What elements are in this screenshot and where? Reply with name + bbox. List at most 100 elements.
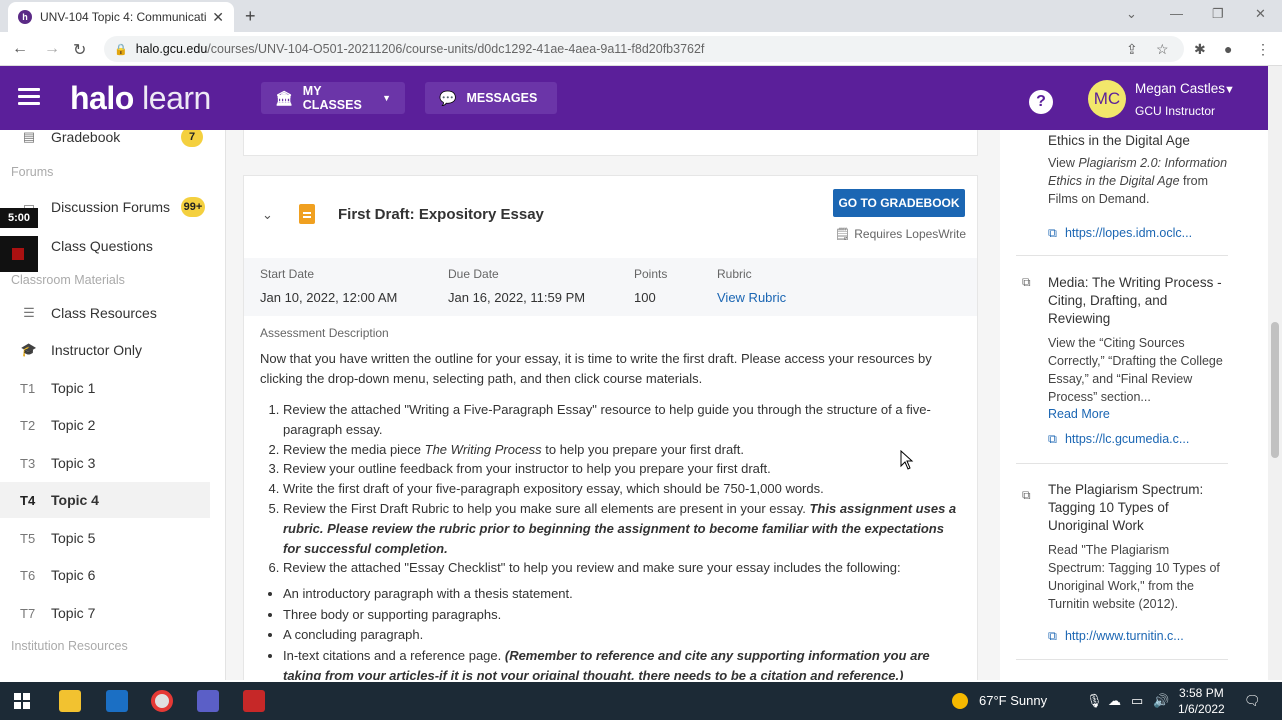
- tab-search-icon[interactable]: ⌄: [1126, 6, 1137, 22]
- sidebar-item-label: Topic 7: [51, 605, 96, 621]
- read-more-link[interactable]: Read More: [1048, 407, 1110, 421]
- share-icon[interactable]: ⇪: [1126, 41, 1138, 58]
- view-rubric-link[interactable]: View Rubric: [717, 290, 786, 305]
- list-item: Write the first draft of your five-parag…: [283, 479, 960, 499]
- lopeswrite-requirement: 🗒 Requires LopesWrite: [835, 227, 966, 241]
- extensions-icon[interactable]: ✱: [1194, 41, 1206, 58]
- points-label: Points: [634, 267, 668, 281]
- my-classes-button[interactable]: 🏛 MY CLASSES ▼: [261, 82, 405, 114]
- microphone-icon[interactable]: 🎙: [1086, 693, 1103, 709]
- close-tab-icon[interactable]: ✕: [212, 9, 224, 26]
- step2-text-b: to help you prepare your first draft.: [541, 441, 745, 457]
- profile-icon[interactable]: ●: [1224, 41, 1232, 57]
- collapse-chevron-icon[interactable]: ⌄: [262, 207, 273, 223]
- resource-item-ethics: Ethics in the Digital Age View Plagiaris…: [1016, 130, 1228, 256]
- external-link-icon: ⧉: [1022, 275, 1031, 289]
- avatar[interactable]: MC: [1088, 80, 1126, 118]
- page-scrollbar[interactable]: [1268, 66, 1282, 680]
- close-window-icon[interactable]: ✕: [1255, 6, 1266, 22]
- resource-link-text: https://lopes.idm.oclc...: [1064, 226, 1193, 240]
- resources-rail: Ethics in the Digital Age View Plagiaris…: [1000, 130, 1268, 680]
- resource-title[interactable]: Ethics in the Digital Age: [1048, 132, 1190, 150]
- user-name[interactable]: Megan Castles: [1135, 81, 1225, 96]
- minimize-icon[interactable]: —: [1170, 6, 1183, 21]
- system-clock[interactable]: 3:58 PM 1/6/2022: [1178, 685, 1225, 717]
- teams-icon[interactable]: [197, 690, 219, 712]
- resource-link[interactable]: ⧉ https://lopes.idm.oclc...: [1048, 226, 1192, 241]
- points-value: 100: [634, 290, 656, 305]
- desc-text-a: View: [1048, 156, 1079, 170]
- resource-link[interactable]: ⧉ https://lc.gcumedia.c...: [1048, 432, 1189, 447]
- sidebar-item-label: Topic 4: [51, 492, 99, 508]
- external-link-icon: ⧉: [1048, 432, 1057, 446]
- start-date-label: Start Date: [260, 267, 315, 281]
- weather-text[interactable]: 67°F Sunny: [979, 693, 1047, 708]
- sidebar-item-topic-1[interactable]: T1 Topic 1: [0, 370, 210, 406]
- resource-title[interactable]: Media: The Writing Process - Citing, Dra…: [1048, 274, 1228, 328]
- logo-light: learn: [133, 80, 211, 116]
- hamburger-menu-icon[interactable]: [18, 88, 40, 106]
- sidebar-item-topic-5[interactable]: T5 Topic 5: [0, 520, 210, 556]
- sidebar-item-label: Topic 3: [51, 455, 96, 471]
- windows-start-icon[interactable]: [14, 693, 30, 709]
- step2-text-a: Review the media piece: [283, 441, 425, 457]
- external-link-icon: ⧉: [1022, 488, 1031, 502]
- browser-tab[interactable]: h UNV-104 Topic 4: Communicatin ✕: [8, 2, 234, 32]
- assignment-meta: Start Date Jan 10, 2022, 12:00 AM Due Da…: [244, 258, 977, 316]
- bookmark-star-icon[interactable]: ☆: [1156, 41, 1169, 58]
- acrobat-icon[interactable]: [243, 690, 265, 712]
- weather-sun-icon: [952, 693, 968, 709]
- due-date-label: Due Date: [448, 267, 499, 281]
- outlook-icon[interactable]: [106, 690, 128, 712]
- tab-title: UNV-104 Topic 4: Communicatin: [40, 10, 207, 24]
- reload-icon[interactable]: ↻: [73, 40, 86, 60]
- external-link-icon: ⧉: [1048, 629, 1057, 643]
- messages-button[interactable]: 💬 MESSAGES: [425, 82, 557, 114]
- address-bar-row: ← → ↻ 🔒 halo.gcu.edu/courses/UNV-104-O50…: [0, 32, 1282, 66]
- sidebar-item-topic-7[interactable]: T7 Topic 7: [0, 595, 210, 631]
- topic-code: T1: [20, 380, 36, 396]
- halo-learn-logo[interactable]: halo learn: [70, 80, 211, 117]
- sidebar-item-label: Topic 1: [51, 380, 96, 396]
- step5-text-a: Review the First Draft Rubric to help yo…: [283, 500, 810, 516]
- user-menu-caret-icon[interactable]: ▼: [1224, 84, 1235, 96]
- resource-title[interactable]: The Plagiarism Spectrum: Tagging 10 Type…: [1048, 481, 1228, 535]
- instruction-steps: Review the attached "Writing a Five-Para…: [260, 400, 960, 578]
- topic-code: T4: [20, 492, 36, 508]
- notifications-icon[interactable]: 🗨: [1244, 693, 1261, 709]
- onedrive-icon[interactable]: ☁: [1108, 693, 1121, 709]
- scrollbar-thumb[interactable]: [1271, 322, 1279, 458]
- network-icon[interactable]: ▭: [1131, 693, 1143, 709]
- sidebar-item-topic-2[interactable]: T2 Topic 2: [0, 407, 210, 443]
- step2-italic: The Writing Process: [424, 441, 542, 457]
- chrome-icon[interactable]: [151, 690, 173, 712]
- go-to-gradebook-button[interactable]: GO TO GRADEBOOK: [833, 189, 965, 217]
- due-date-value: Jan 16, 2022, 11:59 PM: [448, 290, 586, 305]
- url-path: /courses/UNV-104-O501-20211206/course-un…: [207, 42, 705, 56]
- sidebar-item-topic-4[interactable]: T4 Topic 4: [0, 482, 210, 518]
- volume-icon[interactable]: 🔊: [1153, 693, 1169, 709]
- stop-icon: [12, 248, 24, 260]
- dropdown-caret-icon: ▼: [382, 93, 391, 103]
- sidebar-item-class-resources[interactable]: ☰ Class Resources: [0, 295, 210, 331]
- assignment-card: ⌄ First Draft: Expository Essay GO TO GR…: [243, 175, 978, 680]
- forward-icon[interactable]: →: [44, 40, 60, 58]
- browser-tab-bar: h UNV-104 Topic 4: Communicatin ✕ + ⌄ — …: [0, 0, 1282, 32]
- resource-link[interactable]: ⧉ http://www.turnitin.c...: [1048, 629, 1184, 644]
- url-input[interactable]: 🔒 halo.gcu.edu/courses/UNV-104-O501-2021…: [104, 36, 1184, 62]
- sidebar-item-topic-6[interactable]: T6 Topic 6: [0, 557, 210, 593]
- sidebar-item-gradebook[interactable]: ▤ Gradebook 7: [0, 130, 210, 155]
- list-item: Review the First Draft Rubric to help yo…: [283, 499, 960, 558]
- file-explorer-icon[interactable]: [59, 690, 81, 712]
- assignment-title[interactable]: First Draft: Expository Essay: [338, 206, 544, 223]
- maximize-icon[interactable]: ❐: [1212, 6, 1224, 22]
- sidebar-item-instructor-only[interactable]: 🎓 Instructor Only: [0, 332, 210, 368]
- new-tab-icon[interactable]: +: [245, 6, 256, 27]
- record-stop-button[interactable]: [0, 236, 38, 272]
- url-domain: halo.gcu.edu: [135, 42, 208, 56]
- help-icon[interactable]: ?: [1029, 90, 1053, 114]
- assessment-description-label: Assessment Description: [260, 326, 389, 340]
- sidebar-item-topic-3[interactable]: T3 Topic 3: [0, 445, 210, 481]
- back-icon[interactable]: ←: [12, 40, 28, 58]
- browser-menu-icon[interactable]: ⋮: [1256, 41, 1270, 58]
